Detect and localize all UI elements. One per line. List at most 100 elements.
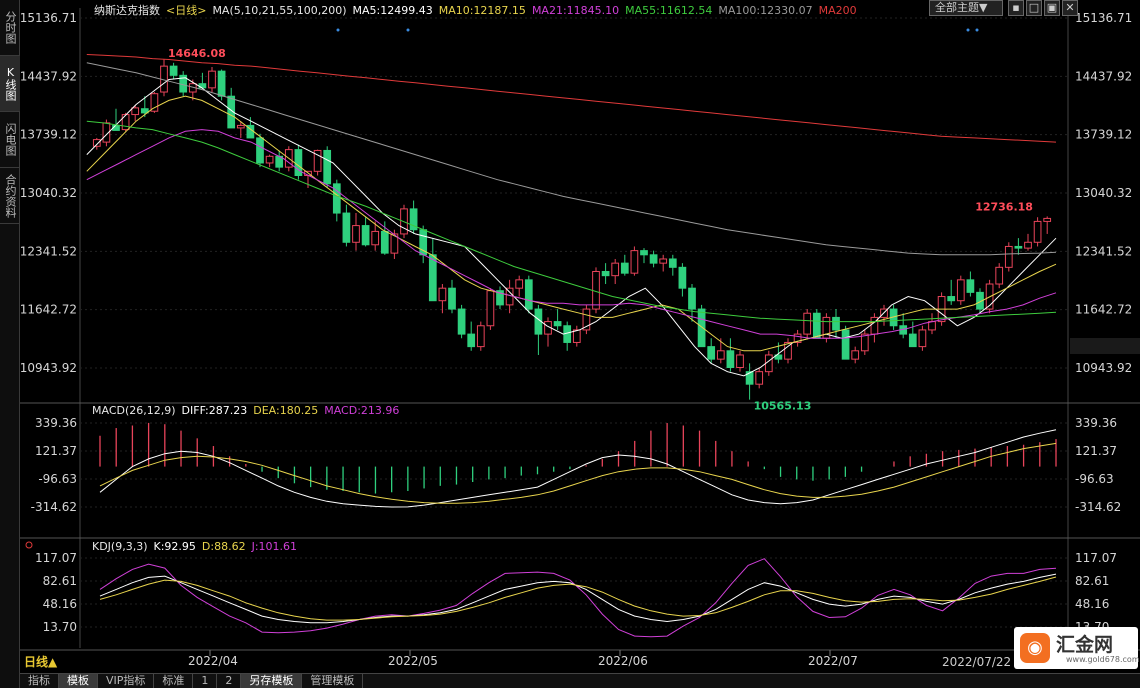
kdj-tick-left: 117.07 [35,551,77,565]
ma-settings: MA(5,10,21,55,100,200) [212,4,347,17]
candle-body [1024,241,1032,249]
bottom-tab-4[interactable]: 1 [193,674,218,688]
kdj-value-1: D:88.62 [201,540,246,553]
kdj-d-line [99,576,1057,621]
kdj-tick-left: 82.61 [43,574,77,588]
candle-body [524,279,533,310]
bottom-tab-5[interactable]: 2 [217,674,242,688]
close-icon[interactable]: ✕ [1062,0,1078,16]
sidebar-tab-2[interactable]: 闪电图 [0,112,20,168]
macd-tick-right: 339.36 [1075,416,1117,430]
bottom-tab-3[interactable]: 标准 [154,674,194,688]
candle-body [515,279,524,289]
bottom-tab-1[interactable]: 模板 [59,674,98,688]
kdj-tick-left: 48.16 [43,597,77,611]
minimize-icon[interactable]: ▪ [1008,0,1024,16]
candle-body [966,279,975,293]
candle-body [380,230,389,254]
candle-body [265,155,274,164]
bottom-toolbar: 指标 模板 VIP指标 标准 1 2 另存模板 管理模板 [20,673,1140,688]
candle-body [1014,245,1023,249]
price-tick-left: 12341.52 [20,244,77,258]
candle-body [1033,220,1042,243]
bottom-tab-7[interactable]: 管理模板 [302,674,364,688]
event-marker [336,28,340,32]
candle-body [956,279,965,302]
ma-line-3 [86,120,1057,323]
candle-body [851,350,860,360]
price-tick-left: 11642.72 [20,303,77,317]
candle-body [947,296,956,302]
candle-body [438,287,447,302]
candle-body [812,312,821,339]
price-tick-left: 14437.92 [20,69,77,83]
price-tick-right: 13040.32 [1075,186,1132,200]
candle-body [832,316,840,331]
sidebar-tab-0[interactable]: 分时图 [0,0,20,56]
candle-body [342,212,351,243]
price-tick-right: 14437.92 [1075,69,1132,83]
last-price-label: 12736.18 [975,200,1033,213]
macd-dea-line [99,442,1057,504]
candle-body [716,350,725,360]
logo: ◉ 汇金网 www.gold678.com [1014,627,1140,669]
candle-body [553,321,562,327]
bottom-tab-0[interactable]: 指标 [20,674,59,688]
macd-tick-right: 121.37 [1075,444,1117,458]
macd-legend: MACD(26,12,9) DIFF:287.23 DEA:180.25 MACD:2… [92,404,405,417]
candle-body [678,266,687,289]
price-tick-right: 11642.72 [1075,303,1132,317]
theme-dropdown[interactable]: 全部主题▼ [929,0,1003,16]
candle-body [668,258,677,268]
macd-tick-left: 339.36 [35,416,77,430]
macd-tick-left: -96.63 [38,472,77,486]
candle-body [755,371,764,385]
candle-body [688,287,696,310]
macd-tick-left: -314.62 [31,500,77,514]
candle-body [217,70,226,97]
bottom-tab-6[interactable]: 另存模板 [241,674,303,688]
event-marker [975,28,979,32]
candle-body [659,258,668,264]
candle-body [928,321,936,331]
price-tick-left: 13040.32 [20,186,77,200]
candle-body [323,149,332,185]
candle-body [611,262,620,277]
maximize-icon[interactable]: ▣ [1044,0,1060,16]
ma-value-1: MA10:12187.15 [438,4,526,17]
settings-icon [25,541,33,549]
time-label: 2022/04 [188,654,238,668]
candle-body [92,139,101,147]
ma-line-2 [86,129,1057,339]
macd-value-0: DIFF:287.23 [181,404,248,417]
kdj-title: KDJ(9,3,3) [92,540,148,553]
event-marker [966,28,970,32]
kdj-tick-right: 117.07 [1075,551,1117,565]
ma-value-4: MA100:12330.07 [718,4,813,17]
price-legend: 纳斯达克指数 <日线> MA(5,10,21,55,100,200) MA5:1249… [94,2,863,18]
bottom-tab-2[interactable]: VIP指标 [98,674,155,688]
ma-value-5: MA200 [818,4,857,17]
restore-icon[interactable]: □ [1026,0,1042,16]
ma-line-4 [86,62,1057,256]
macd-tick-right: -314.62 [1075,500,1121,514]
price-tick-left: 15136.71 [20,11,77,25]
low-price-label: 10565.13 [754,400,812,413]
price-tick-left: 10943.92 [20,361,77,375]
time-label: 2022/07 [808,654,858,668]
price-tick-right: 12341.52 [1075,244,1132,258]
sidebar-tab-1[interactable]: K线图 [0,56,20,112]
macd-value-2: MACD:213.96 [324,404,400,417]
logo-name: 汇金网 [1056,634,1114,656]
kdj-tick-right: 48.16 [1075,597,1109,611]
sidebar-tab-3[interactable]: 合约资料 [0,168,20,224]
candle-body [918,329,927,348]
candle-body [467,333,476,348]
candle-body [236,124,245,129]
chart-canvas[interactable]: 15136.71 15136.71 14437.92 14437.92 13739.12… [20,0,1140,673]
period-selector[interactable]: 日线▲ [24,653,57,670]
macd-tick-right: -96.63 [1075,472,1114,486]
time-label: 2022/06 [598,654,648,668]
candle-body [457,308,466,335]
price-tick-right: 10943.92 [1075,361,1132,375]
